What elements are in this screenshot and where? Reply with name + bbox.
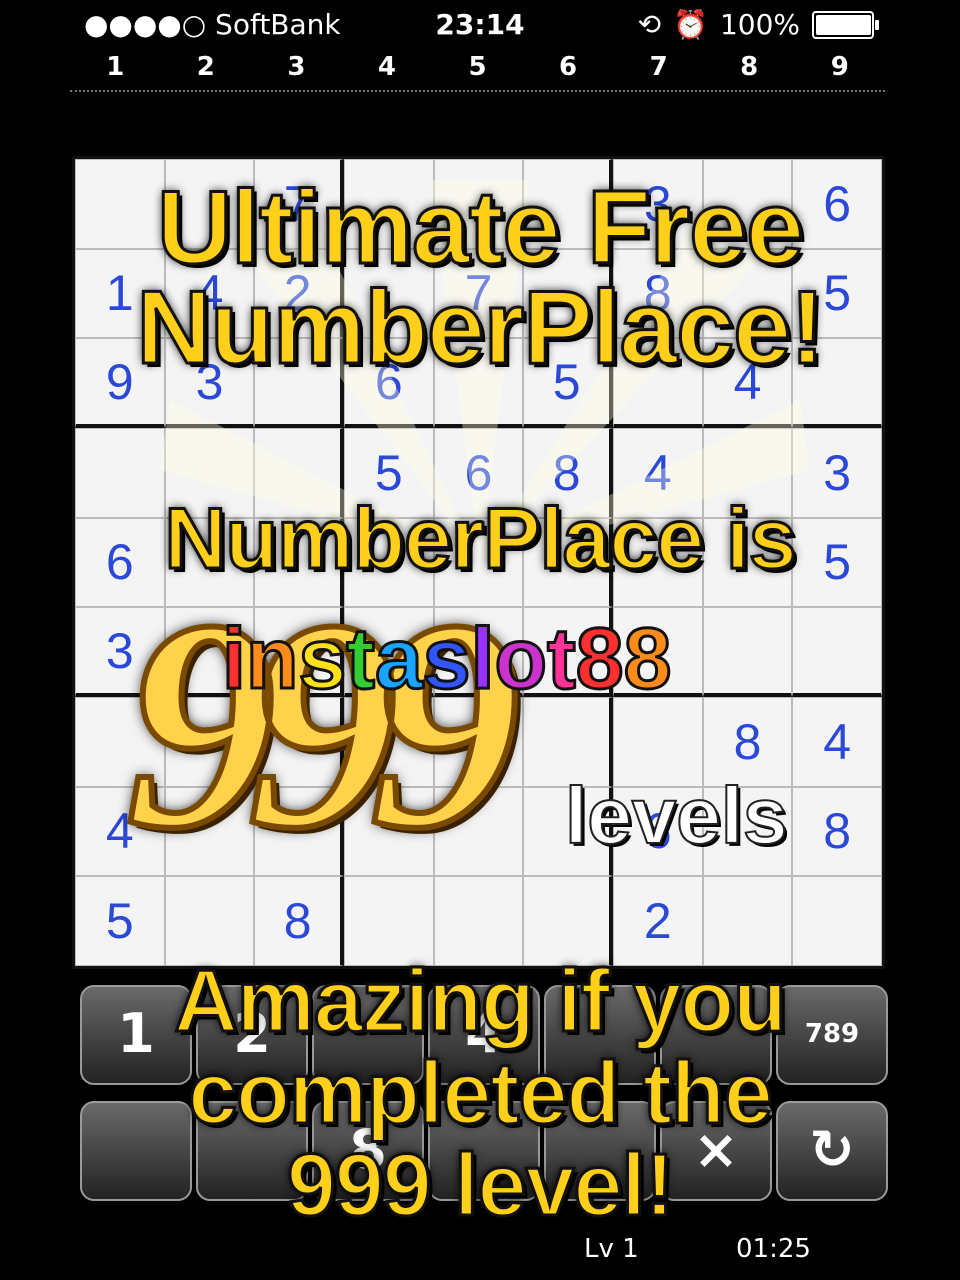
column-number: 2 [196, 52, 215, 82]
promo-headline-1a: Ultimate Free [156, 170, 806, 286]
level-label: Lv 1 [584, 1234, 639, 1264]
board-cell[interactable] [792, 876, 882, 966]
levels-label: levels [564, 770, 788, 861]
column-number-bar: 1 2 3 4 5 6 7 8 9 [70, 52, 885, 88]
promo-headline-3c: 999 level! [285, 1135, 675, 1234]
column-number: 4 [377, 52, 397, 82]
column-number: 1 [106, 52, 125, 82]
promo-headline-3b: completed the [187, 1043, 775, 1142]
column-number: 3 [287, 52, 306, 82]
board-cell[interactable]: 4 [792, 696, 882, 787]
column-number: 6 [559, 52, 578, 82]
board-cell[interactable] [702, 607, 793, 697]
alarm-icon: ⏰ [673, 8, 708, 41]
battery-icon [812, 10, 879, 39]
watermark-text: instaslot88 [221, 610, 673, 709]
promo-headline-3a: Amazing if you [173, 951, 789, 1050]
rotation-lock-icon: ⟲ [637, 8, 662, 41]
column-number: 8 [740, 52, 759, 82]
column-number: 5 [468, 52, 487, 82]
timer-label: 01:25 [736, 1234, 811, 1264]
promo-headline-3: Amazing if you completed the 999 level! [0, 951, 960, 1234]
column-number: 9 [830, 52, 849, 82]
promo-headline-1b: NumberPlace! [135, 270, 826, 386]
board-cell[interactable] [792, 607, 882, 697]
battery-percent: 100% [719, 8, 800, 41]
board-cell[interactable]: 8 [792, 786, 882, 877]
divider [70, 90, 885, 92]
status-right: ⟲ ⏰ 100% [637, 8, 879, 41]
column-number: 7 [649, 52, 668, 82]
promo-headline-1: Ultimate Free NumberPlace! [0, 170, 960, 386]
status-bar: ●●●●○ SoftBank 23:14 ⟲ ⏰ 100% [0, 0, 960, 48]
